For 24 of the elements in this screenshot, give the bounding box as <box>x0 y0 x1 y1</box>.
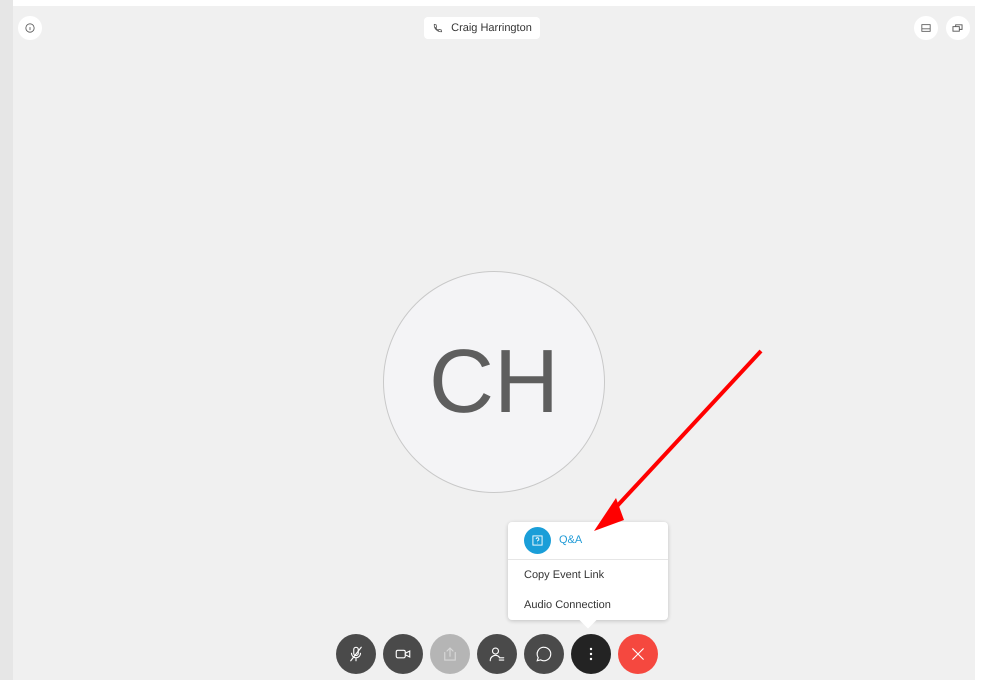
question-icon <box>524 527 551 554</box>
participants-button[interactable] <box>477 634 517 674</box>
caller-name: Craig Harrington <box>451 20 532 36</box>
more-icon <box>589 647 593 661</box>
participants-icon <box>488 645 506 663</box>
more-button[interactable] <box>571 634 611 674</box>
info-button[interactable] <box>18 16 42 40</box>
layout-button[interactable] <box>914 16 938 40</box>
mute-button[interactable] <box>336 634 376 674</box>
layout-icon <box>920 23 931 33</box>
close-icon <box>629 645 647 663</box>
chat-icon <box>535 645 553 663</box>
windows-button[interactable] <box>946 16 970 40</box>
share-icon <box>441 645 459 663</box>
chat-button[interactable] <box>524 634 564 674</box>
muted-microphone-icon <box>347 645 365 663</box>
windows-icon <box>952 23 964 33</box>
video-button[interactable] <box>383 634 423 674</box>
menu-item[interactable]: Audio Connection <box>508 590 668 620</box>
info-icon <box>25 23 35 33</box>
avatar: CH <box>383 271 605 493</box>
phone-icon <box>432 22 444 34</box>
menu-item[interactable]: Copy Event Link <box>508 560 668 590</box>
end-button[interactable] <box>618 634 658 674</box>
